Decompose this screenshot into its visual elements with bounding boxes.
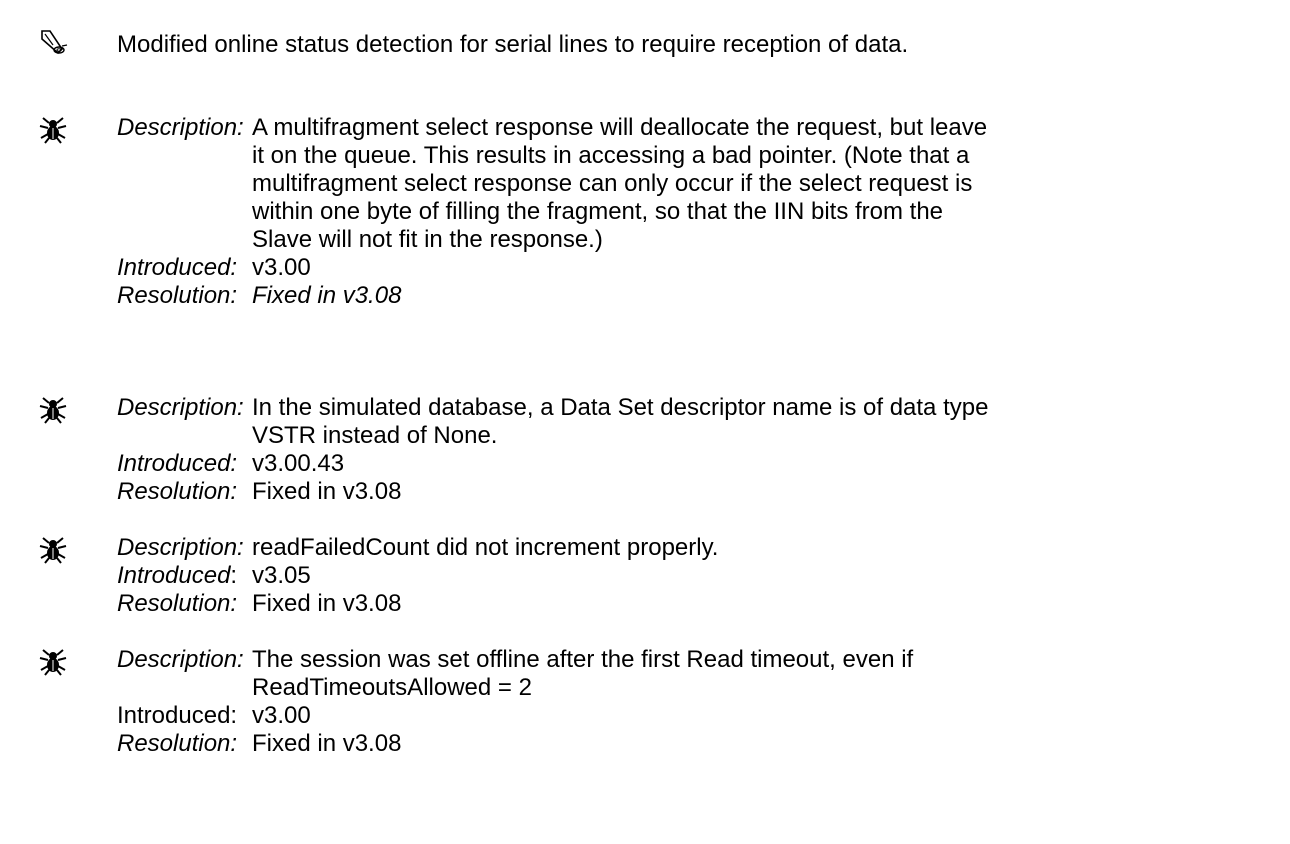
description-text: readFailedCount did not increment proper… xyxy=(252,534,1252,562)
resolution-value: Fixed in v3.08 xyxy=(252,282,402,309)
description-line: The session was set offline after the fi… xyxy=(252,646,914,673)
introduced-value: v3.00 xyxy=(252,702,311,729)
resolution-row: Resolution: Fixed in v3.08 xyxy=(0,590,1290,618)
resolution-value: Fixed in v3.08 xyxy=(252,590,402,617)
description-row: Description: A multifragment select resp… xyxy=(0,114,1290,254)
resolution-value: Fixed in v3.08 xyxy=(252,730,402,757)
description-line: within one byte of filling the fragment,… xyxy=(252,198,944,225)
description-text: The session was set offline after the fi… xyxy=(252,646,1252,702)
resolution-label: Resolution: xyxy=(117,478,238,505)
resolution-row: Resolution: Fixed in v3.08 xyxy=(0,282,1290,310)
resolution-row: Resolution: Fixed in v3.08 xyxy=(0,730,1290,758)
introduced-label: Introduced: xyxy=(117,254,238,281)
description-text: A multifragment select response will dea… xyxy=(252,114,1252,254)
resolution-label: Resolution: xyxy=(117,590,238,617)
description-text: In the simulated database, a Data Set de… xyxy=(252,394,1252,450)
description-line: multifragment select response can only o… xyxy=(252,170,973,197)
introduced-row: Introduced: v3.00.43 xyxy=(0,450,1290,478)
description-row: Description: readFailedCount did not inc… xyxy=(0,534,1290,562)
introduced-label-word: Introduced xyxy=(117,562,231,589)
resolution-value: Fixed in v3.08 xyxy=(252,478,402,505)
description-line: ReadTimeoutsAllowed = 2 xyxy=(252,674,532,701)
introduced-value: v3.05 xyxy=(252,562,311,589)
description-label: Description: xyxy=(117,114,244,141)
description-label: Description: xyxy=(117,534,244,561)
introduced-label: Introduced: xyxy=(117,702,238,729)
introduced-value: v3.00.43 xyxy=(252,450,345,477)
introduced-label: Introduced: xyxy=(117,450,238,477)
resolution-label: Resolution: xyxy=(117,282,238,309)
megaphone-icon xyxy=(41,30,68,55)
description-row: Description: In the simulated database, … xyxy=(0,394,1290,450)
introduced-row: Introduced: v3.00 xyxy=(0,254,1290,282)
description-line: it on the queue. This results in accessi… xyxy=(252,142,970,169)
description-label: Description: xyxy=(117,646,244,673)
introduced-value: v3.00 xyxy=(252,254,311,281)
document-page: Modified online status detection for ser… xyxy=(0,0,1290,844)
introduced-label: Introduced: xyxy=(117,562,237,590)
resolution-label: Resolution: xyxy=(117,730,238,757)
description-line: Slave will not fit in the response.) xyxy=(252,226,603,253)
introduced-label-colon: : xyxy=(230,562,238,589)
description-line: In the simulated database, a Data Set de… xyxy=(252,394,989,421)
description-label: Description: xyxy=(117,394,244,421)
resolution-row: Resolution: Fixed in v3.08 xyxy=(0,478,1290,506)
description-line: readFailedCount did not increment proper… xyxy=(252,534,719,561)
introduced-row: Introduced: v3.00 xyxy=(0,702,1290,730)
description-line: VSTR instead of None. xyxy=(252,422,498,449)
release-note-text: Modified online status detection for ser… xyxy=(117,31,909,58)
description-line: A multifragment select response will dea… xyxy=(252,114,988,141)
description-row: Description: The session was set offline… xyxy=(0,646,1290,702)
introduced-row: Introduced: v3.05 xyxy=(0,562,1290,590)
